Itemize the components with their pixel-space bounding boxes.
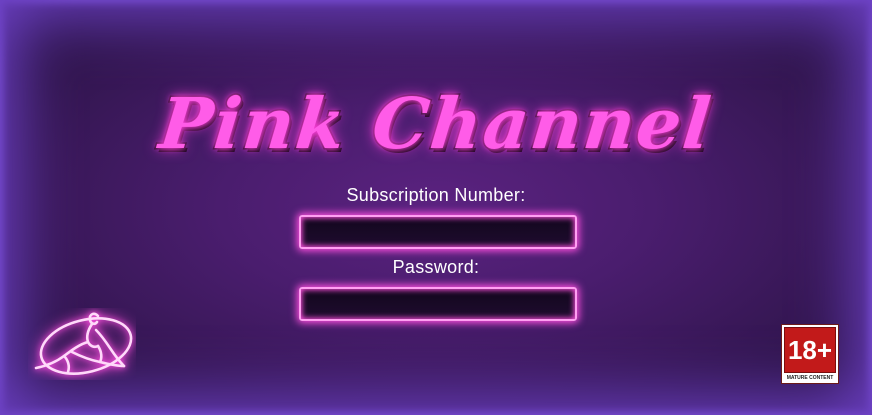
password-label: Password: — [392, 257, 480, 277]
reclining-woman-logo-icon — [34, 312, 133, 375]
subscription-number-label: Subscription Number: — [346, 185, 526, 205]
password-input[interactable] — [299, 287, 577, 321]
age-rating-badge-icon: 18+ MATURE CONTENT — [781, 324, 839, 384]
mature-content-caption: MATURE CONTENT — [786, 375, 834, 381]
login-screen: Pink Channel Subscription Number: Passwo… — [0, 0, 872, 415]
app-title: Pink Channel — [154, 81, 718, 167]
subscription-number-input[interactable] — [299, 215, 577, 249]
badge-red-panel: 18+ — [784, 327, 836, 373]
age-rating-number: 18+ — [787, 335, 833, 365]
